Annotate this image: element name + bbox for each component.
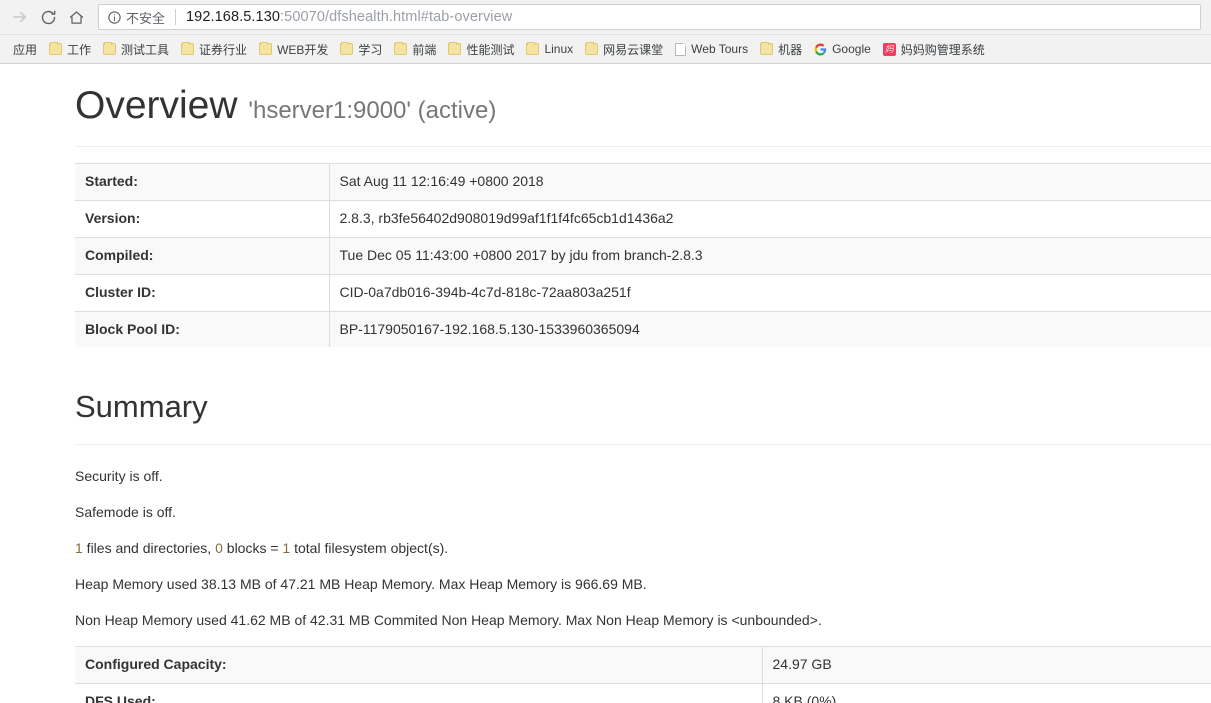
page-title-text: Overview: [75, 84, 238, 127]
bookmark-folder-study[interactable]: 学习: [335, 38, 387, 60]
bookmark-folder-machines[interactable]: 机器: [755, 38, 807, 60]
folder-icon: [259, 42, 273, 55]
row-value: 2.8.3, rb3fe56402d908019d99af1f1f4fc65cb…: [328, 199, 1211, 238]
bookmark-label: 证券行业: [199, 42, 248, 57]
row-value: CID-0a7db016-394b-4c7d-818c-72aa803a251f: [328, 273, 1211, 311]
filesystem-objects-line: 1 files and directories, 0 blocks = 1 to…: [75, 531, 1211, 567]
summary-title: Summary: [75, 389, 208, 425]
bookmark-label: 机器: [778, 42, 803, 57]
bookmark-folder-test-tools[interactable]: 测试工具: [98, 38, 174, 60]
google-icon: [814, 43, 827, 56]
security-status-line: Security is off.: [75, 468, 163, 485]
non-heap-memory-line: Non Heap Memory used 41.62 MB of 42.31 M…: [75, 611, 822, 628]
blocks-count: 0: [215, 540, 223, 557]
files-count: 1: [75, 540, 83, 557]
bookmark-label: 工作: [67, 42, 92, 57]
bookmark-label: 性能测试: [466, 42, 515, 57]
objects-text-b: blocks =: [222, 540, 283, 557]
info-circle-icon: [107, 10, 122, 25]
objects-text-c: total filesystem object(s).: [290, 540, 449, 557]
folder-icon: [49, 42, 63, 55]
page-icon: [675, 42, 687, 56]
security-status-label: 不安全: [126, 10, 166, 26]
overview-divider: [75, 146, 1211, 147]
row-key: Version:: [75, 199, 329, 238]
objects-text-a: files and directories,: [82, 540, 216, 557]
browser-chrome: 不安全 192.168.5.130:50070/dfshealth.html#t…: [0, 0, 1211, 64]
forward-arrow-icon: [11, 8, 29, 26]
bookmark-label: 前端: [412, 42, 437, 57]
bookmark-google[interactable]: Google: [809, 38, 876, 60]
row-key: Configured Capacity:: [75, 645, 762, 684]
safemode-status-line: Safemode is off.: [75, 504, 176, 521]
address-bar[interactable]: 不安全 192.168.5.130:50070/dfshealth.html#t…: [98, 4, 1201, 30]
bookmark-label: Web Tours: [691, 42, 749, 56]
forward-button[interactable]: [6, 3, 34, 31]
security-status-chip[interactable]: 不安全: [107, 8, 165, 27]
table-row: Started: Sat Aug 11 12:16:49 +0800 2018: [75, 163, 1211, 201]
row-key: Block Pool ID:: [75, 310, 329, 348]
bookmark-mamagou-admin[interactable]: 妈 妈妈购管理系统: [878, 38, 990, 60]
row-value: 24.97 GB: [761, 645, 1211, 684]
url-display[interactable]: 192.168.5.130:50070/dfshealth.html#tab-o…: [186, 9, 512, 25]
reload-icon: [40, 9, 57, 26]
bookmark-label: 学习: [358, 42, 383, 57]
page-viewport: Overview 'hserver1:9000' (active) Starte…: [0, 64, 1211, 703]
bookmark-folder-wangyi[interactable]: 网易云课堂: [580, 38, 668, 60]
folder-icon: [340, 42, 354, 55]
row-key: Started:: [75, 163, 329, 201]
bookmark-label: Google: [832, 42, 871, 56]
bookmark-web-tours[interactable]: Web Tours: [670, 38, 753, 60]
row-key: Cluster ID:: [75, 273, 329, 311]
row-value: 8 KB (0%): [761, 682, 1211, 703]
table-row: DFS Used: 8 KB (0%): [75, 682, 1211, 703]
bookmark-folder-work[interactable]: 工作: [44, 38, 96, 60]
bookmark-label: 网易云课堂: [603, 42, 664, 57]
page-title-subtitle: 'hserver1:9000' (active): [248, 97, 497, 124]
row-value: Tue Dec 05 11:43:00 +0800 2017 by jdu fr…: [328, 236, 1211, 275]
bookmark-folder-securities[interactable]: 证券行业: [176, 38, 252, 60]
table-row: Compiled: Tue Dec 05 11:43:00 +0800 2017…: [75, 236, 1211, 275]
overview-table: Started: Sat Aug 11 12:16:49 +0800 2018 …: [75, 163, 1211, 348]
reload-button[interactable]: [34, 3, 62, 31]
row-key: DFS Used:: [75, 682, 762, 703]
url-host: 192.168.5.130: [186, 9, 281, 25]
row-value: BP-1179050167-192.168.5.130-153396036509…: [328, 310, 1211, 348]
table-row: Configured Capacity: 24.97 GB: [75, 645, 1211, 684]
bookmark-folder-perf-test[interactable]: 性能测试: [443, 38, 519, 60]
folder-icon: [526, 42, 540, 55]
bookmark-folder-linux[interactable]: Linux: [521, 38, 578, 60]
bookmark-apps[interactable]: 应用: [8, 38, 42, 60]
page-content: Overview 'hserver1:9000' (active) Starte…: [0, 64, 1211, 703]
bookmarks-bar: 应用 工作 测试工具 证券行业 WEB开发 学习 前端 性能测试 Linux 网…: [0, 34, 1211, 63]
row-key: Compiled:: [75, 236, 329, 275]
bookmark-label: WEB开发: [277, 42, 329, 57]
browser-toolbar: 不安全 192.168.5.130:50070/dfshealth.html#t…: [0, 0, 1211, 34]
bookmark-label: 测试工具: [121, 42, 170, 57]
bookmark-folder-webdev[interactable]: WEB开发: [254, 38, 333, 60]
bookmark-label: Linux: [544, 42, 574, 56]
url-path: :50070/dfshealth.html#tab-overview: [280, 9, 513, 25]
bookmark-folder-frontend[interactable]: 前端: [389, 38, 441, 60]
page-title: Overview 'hserver1:9000' (active): [75, 64, 1211, 125]
folder-icon: [448, 42, 462, 55]
folder-icon: [103, 42, 117, 55]
home-button[interactable]: [62, 3, 90, 31]
site-favicon: 妈: [882, 42, 896, 56]
row-value: Sat Aug 11 12:16:49 +0800 2018: [328, 163, 1211, 201]
heap-memory-line: Heap Memory used 38.13 MB of 47.21 MB He…: [75, 576, 647, 592]
table-row: Version: 2.8.3, rb3fe56402d908019d99af1f…: [75, 199, 1211, 238]
bookmark-label: 妈妈购管理系统: [900, 42, 985, 57]
table-row: Block Pool ID: BP-1179050167-192.168.5.1…: [75, 310, 1211, 348]
bookmark-label: 应用: [13, 42, 38, 57]
summary-capacity-table: Configured Capacity: 24.97 GB DFS Used: …: [75, 645, 1211, 703]
folder-icon: [394, 42, 408, 55]
folder-icon: [585, 42, 599, 55]
folder-icon: [181, 42, 195, 55]
omnibox-divider: [175, 9, 177, 25]
folder-icon: [760, 42, 774, 55]
home-icon: [68, 9, 85, 26]
table-row: Cluster ID: CID-0a7db016-394b-4c7d-818c-…: [75, 273, 1211, 311]
